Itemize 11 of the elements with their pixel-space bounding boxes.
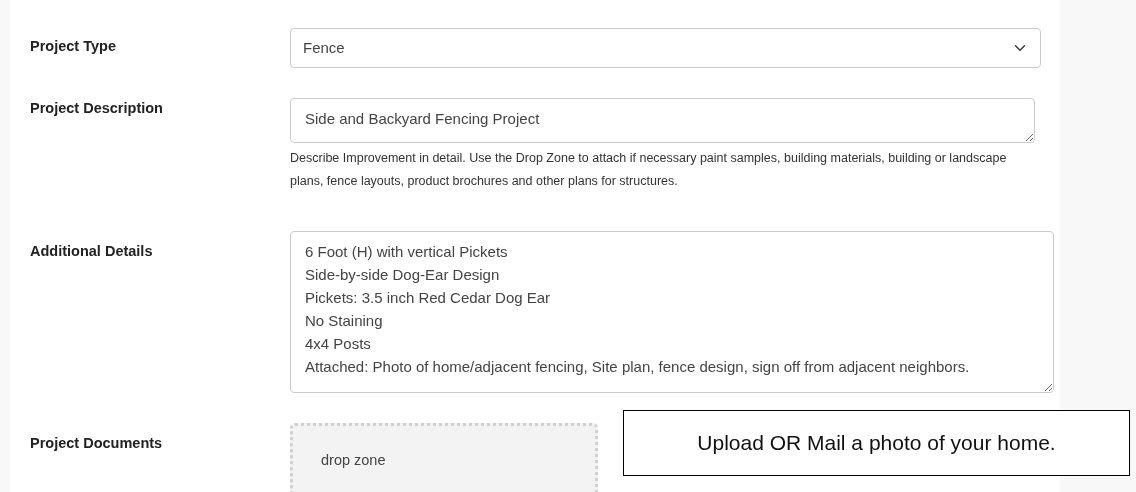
text-area[interactable]: 6 Foot (H) with vertical Pickets Side-by-side Dog-Ear Design Pickets: 3.5 inch Red Cedar Dog Ear No Staining 4x4 Posts Attached: Photo of home/adjacent fencing, Site plan, fence design, sign off from adjacent neighbors. bbox=[290, 231, 1054, 393]
field-label: Project Type bbox=[30, 37, 117, 56]
callout-note: Upload OR Mail a photo of your home. bbox=[623, 410, 1130, 476]
project-type-select[interactable]: Fence bbox=[290, 28, 1041, 68]
help-text: Describe Improvement in detail. Use the Drop Zone to attach if necessary paint samples, building materials, building or landscape plans, fence layouts, product brochures and other plans for structures. bbox=[290, 150, 1008, 190]
drop-zone-text: drop zone bbox=[321, 450, 386, 470]
field-label: Project Description bbox=[30, 99, 164, 118]
field-label: Project Documents bbox=[30, 434, 164, 453]
text-area[interactable]: Side and Backyard Fencing Project bbox=[290, 98, 1035, 143]
drop-zone[interactable]: drop zone bbox=[290, 423, 598, 492]
field-label: Additional Details bbox=[30, 242, 154, 261]
